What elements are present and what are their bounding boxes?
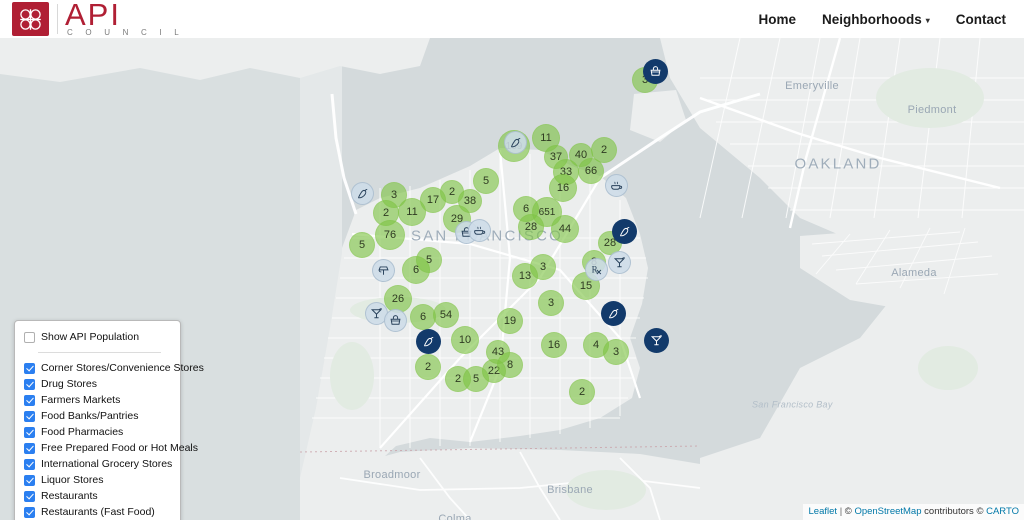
logo-divider (57, 4, 58, 34)
legend-label: Farmers Markets (41, 394, 121, 406)
legend-checkbox[interactable] (24, 362, 35, 374)
legend-item[interactable]: Food Pharmacies (24, 424, 171, 440)
carrot-produce-icon[interactable] (503, 130, 527, 154)
cluster-marker[interactable]: 54 (425, 294, 467, 336)
carrot-produce-icon[interactable] (415, 328, 441, 354)
legend-item[interactable]: Free Prepared Food or Hot Meals (24, 440, 198, 456)
legend-item[interactable]: Drug Stores (24, 376, 171, 392)
legend-checkbox[interactable] (24, 442, 35, 454)
carrot-produce-icon[interactable] (600, 300, 626, 326)
legend-label: Restaurants (Fast Food) (41, 506, 155, 518)
hot-meal-bowl-icon[interactable] (467, 218, 491, 242)
cluster-marker[interactable]: 19 (489, 300, 531, 342)
attribution-copyright-osm: © (844, 506, 852, 517)
legend-item[interactable]: Restaurants (24, 488, 171, 504)
nav-item-contact-label: Contact (955, 11, 1006, 27)
logo-wordmark: API C O U N C I L (65, 0, 184, 38)
legend-checkbox[interactable] (24, 474, 35, 486)
cocktail-glass-icon[interactable] (643, 327, 669, 353)
logo-primary-text: API (65, 0, 121, 32)
page-root: API C O U N C I L Home Neighborhoods ▾ C… (0, 0, 1024, 520)
carrot-produce-icon[interactable] (611, 218, 637, 244)
legend-checkbox[interactable] (24, 426, 35, 438)
butterfly-lotus-logo-icon (12, 2, 49, 36)
legend-item[interactable]: Liquor Stores (24, 472, 171, 488)
cluster-marker[interactable]: 66 (570, 150, 612, 192)
legend-label: Liquor Stores (41, 474, 104, 486)
legend-checkbox[interactable] (24, 506, 35, 518)
carrot-produce-icon[interactable] (350, 181, 374, 205)
legend-label: Food Pharmacies (41, 426, 124, 438)
cluster-marker[interactable]: 11 (390, 190, 434, 234)
logo-secondary-text: C O U N C I L (67, 27, 184, 37)
svg-text:R: R (591, 264, 597, 274)
legend-item-show-api-population[interactable]: Show API Population (24, 329, 171, 345)
legend-layer-list: Corner Stores/Convenience Stores Drug Sto… (24, 360, 204, 520)
legend-checkbox[interactable] (24, 394, 35, 406)
openstreetmap-link[interactable]: OpenStreetMap (854, 506, 921, 517)
cluster-marker[interactable]: 10 (443, 318, 487, 362)
legend-divider (38, 352, 161, 353)
legend-label: Free Prepared Food or Hot Meals (41, 442, 198, 454)
cluster-marker[interactable]: 3 (595, 331, 637, 373)
cluster-marker[interactable]: 5 (341, 224, 383, 266)
pharmacy-rx-icon[interactable]: R (584, 257, 608, 281)
chevron-down-icon: ▾ (925, 15, 930, 25)
legend-label: Food Banks/Pantries (41, 410, 139, 422)
cocktail-glass-icon[interactable] (607, 250, 631, 274)
checkbox-show-api-population[interactable] (24, 331, 35, 343)
cluster-marker[interactable]: 3 (530, 282, 572, 324)
attribution-copyright-carto: © (976, 506, 984, 517)
main-navigation: Home Neighborhoods ▾ Contact (758, 0, 1006, 38)
cluster-marker[interactable]: 5 (465, 160, 507, 202)
legend-label: Corner Stores/Convenience Stores (41, 362, 204, 374)
nav-item-neighborhoods[interactable]: Neighborhoods ▾ (822, 12, 930, 27)
legend-label: International Grocery Stores (41, 458, 173, 470)
nav-item-home[interactable]: Home (758, 12, 796, 27)
legend-item[interactable]: Restaurants (Fast Food) (24, 504, 171, 520)
cluster-marker[interactable]: 28 (510, 206, 552, 248)
legend-label: Restaurants (41, 490, 98, 502)
cluster-marker[interactable]: 2 (407, 346, 449, 388)
shopping-basket-icon[interactable] (642, 58, 668, 84)
legend-checkbox[interactable] (24, 410, 35, 422)
cluster-marker[interactable]: 44 (543, 207, 587, 251)
cluster-marker[interactable]: 3 (522, 246, 564, 288)
legend-checkbox[interactable] (24, 490, 35, 502)
farmers-market-icon[interactable] (371, 258, 395, 282)
legend-item[interactable]: Corner Stores/Convenience Stores (24, 360, 204, 376)
map-legend-control[interactable]: Show API Population Corner Stores/Conven… (14, 320, 204, 520)
cluster-marker[interactable]: 2 (561, 371, 603, 413)
legend-label: Drug Stores (41, 378, 98, 390)
site-logo[interactable]: API C O U N C I L (12, 0, 184, 38)
cluster-marker[interactable]: 16 (533, 324, 575, 366)
legend-label-show-api-population: Show API Population (41, 331, 140, 343)
nav-item-neighborhoods-label: Neighborhoods (821, 11, 922, 27)
cluster-marker[interactable]: 76 (367, 212, 413, 258)
legend-checkbox[interactable] (24, 458, 35, 470)
attribution-contributors: contributors (924, 506, 974, 517)
attribution-separator: | (839, 506, 843, 517)
legend-item[interactable]: International Grocery Stores (24, 456, 173, 472)
legend-item[interactable]: Food Banks/Pantries (24, 408, 171, 424)
nav-item-home-label: Home (758, 11, 796, 27)
hot-meal-bowl-icon[interactable] (604, 173, 628, 197)
site-header: API C O U N C I L Home Neighborhoods ▾ C… (0, 0, 1024, 38)
leaflet-link[interactable]: Leaflet (809, 506, 838, 517)
shopping-basket-icon[interactable] (383, 308, 407, 332)
cluster-marker[interactable]: 6 (394, 248, 438, 292)
carto-link[interactable]: CARTO (986, 506, 1019, 517)
cluster-marker[interactable]: 6 (402, 296, 444, 338)
cluster-marker[interactable]: 8 (489, 344, 531, 386)
leaflet-map[interactable]: Emeryville Piedmont OAKLAND Alameda SAN FRAN… (0, 38, 1024, 520)
map-attribution: Leaflet | © OpenStreetMap contributors ©… (802, 504, 1024, 520)
legend-item[interactable]: Farmers Markets (24, 392, 171, 408)
legend-checkbox[interactable] (24, 378, 35, 390)
nav-item-contact[interactable]: Contact (956, 12, 1006, 27)
